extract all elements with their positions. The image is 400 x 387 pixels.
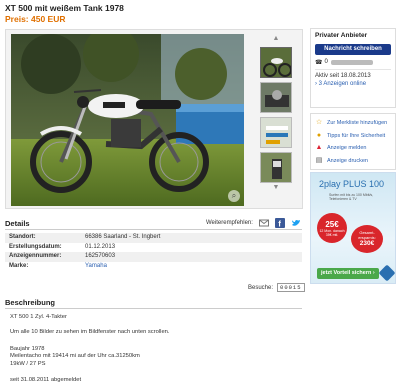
add-to-watchlist[interactable]: ☆ Zur Merkliste hinzufügen [315,117,391,130]
send-message-button[interactable]: Nachricht schreiben [315,44,391,55]
print-ad[interactable]: ▤ Anzeige drucken [315,155,391,168]
description-divider [5,308,302,309]
description-line: Baujahr 1978 [10,346,45,352]
description-heading: Beschreibung [5,298,56,307]
thumbnail-2[interactable] [260,82,292,113]
details-row: Anzeigennummer: 162570603 [5,252,302,262]
listing-title: XT 500 mit weißem Tank 1978 [5,3,124,13]
svg-text:f: f [278,220,281,228]
printer-icon: ▤ [315,156,323,164]
facebook-icon[interactable]: f [274,218,285,229]
warning-icon: ▲ [315,144,323,152]
share-label: Weiterempfehlen: [206,220,253,226]
seller-ads-link[interactable]: › 3 Anzeigen online [311,80,395,88]
details-heading: Details [5,219,30,228]
safety-tips[interactable]: ● Tipps für Ihre Sicherheit [315,130,391,143]
share-bar: Weiterempfehlen: f [206,218,301,229]
magnifier-icon[interactable]: ⌕ [228,190,240,202]
description-line: 19kW / 27 PS [10,361,46,367]
star-icon: ☆ [315,119,323,127]
ad-savings-badge: Gesamt-ersparnis: 230€ [351,225,383,253]
details-row: Standort: 66386 Saarland - St. Ingbert [5,233,302,243]
thumbnail-3[interactable] [260,117,292,148]
thumbnail-4[interactable] [260,152,292,183]
thumbnail-1[interactable] [260,47,292,78]
chevron-down-icon[interactable]: ▼ [252,183,300,192]
details-row: Marke: Yamaha [5,262,302,272]
phone-blurred [330,59,373,65]
phone-number[interactable]: ☎ 0 [315,58,391,66]
thumbnail-strip: ▲ ▼ [252,34,300,206]
phone-icon: ☎ [315,59,323,66]
details-table: Standort: 66386 Saarland - St. Ingbert E… [5,233,302,271]
ad-price-badge: 25€ 12 Mon. danach 35€ mtl. [317,213,347,243]
advertisement-banner[interactable]: 2play PLUS 100 Surfen mit bis zu 100 Mbi… [310,172,396,284]
ad-cta-button[interactable]: jetzt Vorteil sichern › [317,268,379,279]
email-icon[interactable] [258,218,269,228]
seller-box: Privater Anbieter Nachricht schreiben ☎ … [310,28,396,108]
description-line: Meilentacho mit 19414 mi auf der Uhr ca.… [10,353,140,359]
details-divider [5,229,302,230]
chevron-up-icon[interactable]: ▲ [252,34,300,43]
description-line: Um alle 10 Bilder zu sehen im Bildfenste… [10,329,170,335]
ad-subtitle: Surfen mit bis zu 100 Mbit/s, Telefonier… [329,193,374,201]
description-line: XT 500 1 Zyl. 4-Takter [10,314,67,320]
report-ad[interactable]: ▲ Anzeige melden [315,142,391,155]
main-photo[interactable]: ⌕ [11,34,244,206]
visit-counter: Besuche: 00015 [248,283,305,292]
seller-since: Aktiv seit 18.08.2013 [315,73,371,79]
views-count: 00015 [277,283,305,292]
description-line: seit 31.08.2011 abgemeldet [10,377,82,383]
ad-title: 2play PLUS 100 [319,179,385,189]
photo-gallery: ⌕ ▲ ▼ [5,29,303,209]
ad-actions: ☆ Zur Merkliste hinzufügen ● Tipps für I… [310,113,396,170]
motorcycle-photo [11,34,244,206]
twitter-icon[interactable] [291,218,301,228]
brand-logo-icon [378,264,395,282]
lightbulb-icon: ● [316,131,322,139]
details-row: Erstellungsdatum: 01.12.2013 [9,243,116,250]
listing-price: Preis: 450 EUR [5,14,66,24]
brand-link[interactable]: Yamaha [85,262,107,272]
views-label: Besuche: [248,284,274,291]
seller-heading: Privater Anbieter [315,32,368,39]
